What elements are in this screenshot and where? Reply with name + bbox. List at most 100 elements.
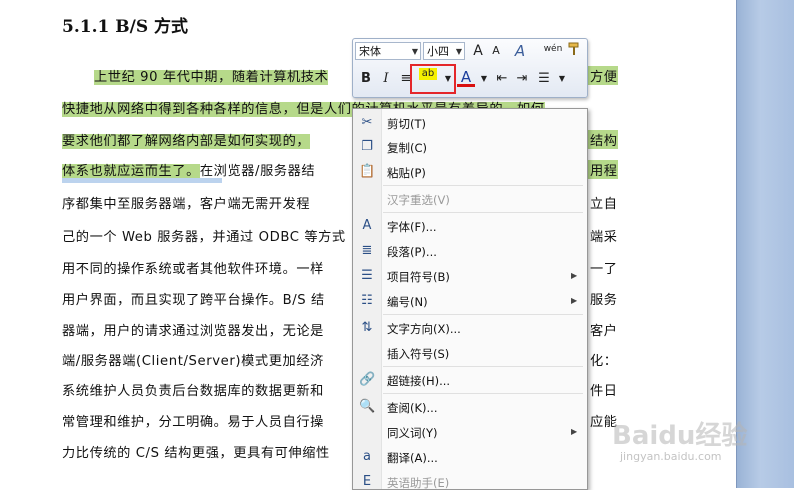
- document-line[interactable]: 器端，用户的请求通过浏览器发出，无论是: [62, 320, 324, 339]
- chevron-down-icon[interactable]: ▼: [475, 70, 493, 88]
- highlighted-text: 要求他们都了解网络内部是如何实现的，: [62, 134, 311, 149]
- menu-item[interactable]: ⇅ 文字方向(X)...: [353, 317, 587, 341]
- body-text: 用户界面，而且实现了跨平台操作。B/S 结: [62, 293, 325, 308]
- body-text: 序都集中至服务器端，客户端无需开发程: [62, 197, 311, 212]
- submenu-arrow-icon: ▶: [571, 271, 578, 280]
- document-line[interactable]: 用不同的操作系统或者其他软件环境。一样: [62, 258, 324, 277]
- font-icon: A: [362, 218, 372, 233]
- font-name-combo[interactable]: 宋体 ▼: [355, 42, 421, 60]
- menu-item-label: 查阅(K)...: [387, 401, 438, 415]
- line-tail-text: 客户: [590, 324, 618, 339]
- bullets-icon[interactable]: ☰: [535, 70, 553, 88]
- menu-item-label: 复制(C): [387, 141, 428, 155]
- body-text: 器端，用户的请求通过浏览器发出，无论是: [62, 324, 324, 339]
- body-text: 在浏览器/服务器结: [199, 164, 316, 179]
- line-tail-text: 立自: [590, 197, 618, 212]
- menu-item[interactable]: 🔗 超链接(H)...: [353, 369, 587, 393]
- mini-toolbar: 宋体 ▼ 小四 ▼ A A A wén B I ≡ ab ▼ A ▼ ⇤ ⇥ ☰…: [352, 38, 588, 98]
- highlight-annotation-box: [410, 64, 456, 94]
- scissors-icon: ✂: [361, 115, 373, 130]
- menu-item-label: 项目符号(B): [387, 270, 450, 284]
- styles-button[interactable]: A: [511, 42, 529, 60]
- document-line[interactable]: 系统维护人员负责后台数据库的数据更新和: [62, 380, 324, 399]
- document-line[interactable]: 常管理和维护，分工明确。易于人员自行操: [62, 411, 324, 430]
- font-name-value: 宋体: [359, 45, 381, 58]
- body-text: 端/服务器端(Client/Server)模式更加经济: [62, 354, 324, 369]
- line-tail-text: 一了: [590, 262, 618, 277]
- body-text: 用不同的操作系统或者其他软件环境。一样: [62, 262, 324, 277]
- menu-separator: [383, 314, 583, 315]
- numbering-icon: ☷: [361, 293, 373, 308]
- menu-item-label: 同义词(Y): [387, 426, 438, 440]
- phonetic-guide-button[interactable]: wén: [541, 40, 565, 58]
- selection-underline: [62, 178, 222, 183]
- chevron-down-icon: ▼: [411, 47, 418, 56]
- menu-item-label: 段落(P)...: [387, 245, 437, 259]
- brush-icon: [568, 42, 579, 55]
- menu-item-label: 翻译(A)...: [387, 451, 438, 465]
- line-tail-text: 结构: [586, 130, 618, 149]
- menu-item[interactable]: 🔍 查阅(K)...: [353, 396, 587, 420]
- context-menu: ✂ 剪切(T) ❐ 复制(C) 📋 粘贴(P) 汉字重选(V) A 字体(F)... ≣ 段落(P)…: [352, 108, 588, 490]
- menu-item-label: 剪切(T): [387, 117, 426, 131]
- line-tail-text: 服务: [590, 293, 618, 308]
- menu-item: E 英语助手(E): [353, 471, 587, 489]
- document-line[interactable]: 用户界面，而且实现了跨平台操作。B/S 结: [62, 289, 325, 308]
- submenu-arrow-icon: ▶: [571, 427, 578, 436]
- chevron-down-icon[interactable]: ▼: [553, 70, 571, 88]
- document-line[interactable]: 序都集中至服务器端，客户端无需开发程: [62, 193, 310, 212]
- document-line[interactable]: 己的一个 Web 服务器，并通过 ODBC 等方式: [62, 226, 346, 245]
- copy-icon: ❐: [361, 139, 373, 154]
- menu-item[interactable]: A 字体(F)...: [353, 215, 587, 239]
- body-text: 系统维护人员负责后台数据库的数据更新和: [62, 384, 324, 399]
- font-size-combo[interactable]: 小四 ▼: [423, 42, 465, 60]
- line-tail-text: 方便: [586, 66, 618, 85]
- menu-item[interactable]: a 翻译(A)...: [353, 446, 587, 470]
- translate-icon: a: [363, 449, 371, 464]
- chevron-down-icon: ▼: [455, 47, 462, 56]
- menu-item[interactable]: ☷ 编号(N) ▶: [353, 290, 587, 314]
- menu-item[interactable]: 📋 粘贴(P): [353, 161, 587, 185]
- document-line[interactable]: 端/服务器端(Client/Server)模式更加经济: [62, 350, 324, 369]
- font-color-button[interactable]: A: [457, 68, 475, 87]
- paragraph-icon: ≣: [361, 243, 373, 258]
- decrease-indent-icon[interactable]: ⇤: [493, 70, 511, 88]
- bold-button[interactable]: B: [357, 70, 375, 88]
- document-line[interactable]: 要求他们都了解网络内部是如何实现的，: [62, 130, 311, 149]
- menu-item-label: 汉字重选(V): [387, 193, 450, 207]
- body-text: 常管理和维护，分工明确。易于人员自行操: [62, 415, 324, 430]
- increase-indent-icon[interactable]: ⇥: [513, 70, 531, 88]
- highlighted-text: 上世纪 90 年代中期，随着计算机技术: [94, 70, 329, 85]
- section-heading: 5.1.1 B/S 方式: [62, 17, 189, 37]
- line-tail-text: 化：: [590, 354, 618, 369]
- menu-item-label: 文字方向(X)...: [387, 322, 461, 336]
- line-tail-text: 端采: [590, 230, 618, 245]
- line-tail-text: 用程: [586, 160, 618, 179]
- submenu-arrow-icon: ▶: [571, 296, 578, 305]
- document-line[interactable]: 体系也就应运而生了。在浏览器/服务器结: [62, 160, 315, 179]
- menu-item[interactable]: ≣ 段落(P)...: [353, 240, 587, 264]
- bullets-icon: ☰: [361, 268, 373, 283]
- menu-item[interactable]: 插入符号(S): [353, 342, 587, 366]
- menu-item-label: 插入符号(S): [387, 347, 450, 361]
- baidu-watermark-url: jingyan.baidu.com: [620, 450, 722, 463]
- menu-item[interactable]: ☰ 项目符号(B) ▶: [353, 265, 587, 289]
- lookup-icon: 🔍: [359, 399, 376, 414]
- menu-item: 汉字重选(V): [353, 188, 587, 212]
- font-size-value: 小四: [427, 45, 449, 58]
- body-text: 力比传统的 C/S 结构更强，更具有可伸缩性: [62, 446, 330, 461]
- text-direction-icon: ⇅: [361, 320, 373, 335]
- italic-button[interactable]: I: [377, 70, 395, 88]
- grow-font-button[interactable]: A: [469, 42, 487, 60]
- shrink-font-button[interactable]: A: [487, 42, 505, 60]
- menu-item-label: 超链接(H)...: [387, 374, 451, 388]
- document-line[interactable]: 上世纪 90 年代中期，随着计算机技术: [94, 66, 329, 85]
- menu-item[interactable]: 同义词(Y) ▶: [353, 421, 587, 445]
- hyperlink-icon: 🔗: [359, 372, 376, 387]
- menu-item[interactable]: ❐ 复制(C): [353, 136, 587, 160]
- document-line[interactable]: 力比传统的 C/S 结构更强，更具有可伸缩性: [62, 442, 330, 461]
- menu-separator: [383, 185, 583, 186]
- format-painter-button[interactable]: [565, 42, 583, 60]
- menu-separator: [383, 393, 583, 394]
- menu-item[interactable]: ✂ 剪切(T): [353, 112, 587, 136]
